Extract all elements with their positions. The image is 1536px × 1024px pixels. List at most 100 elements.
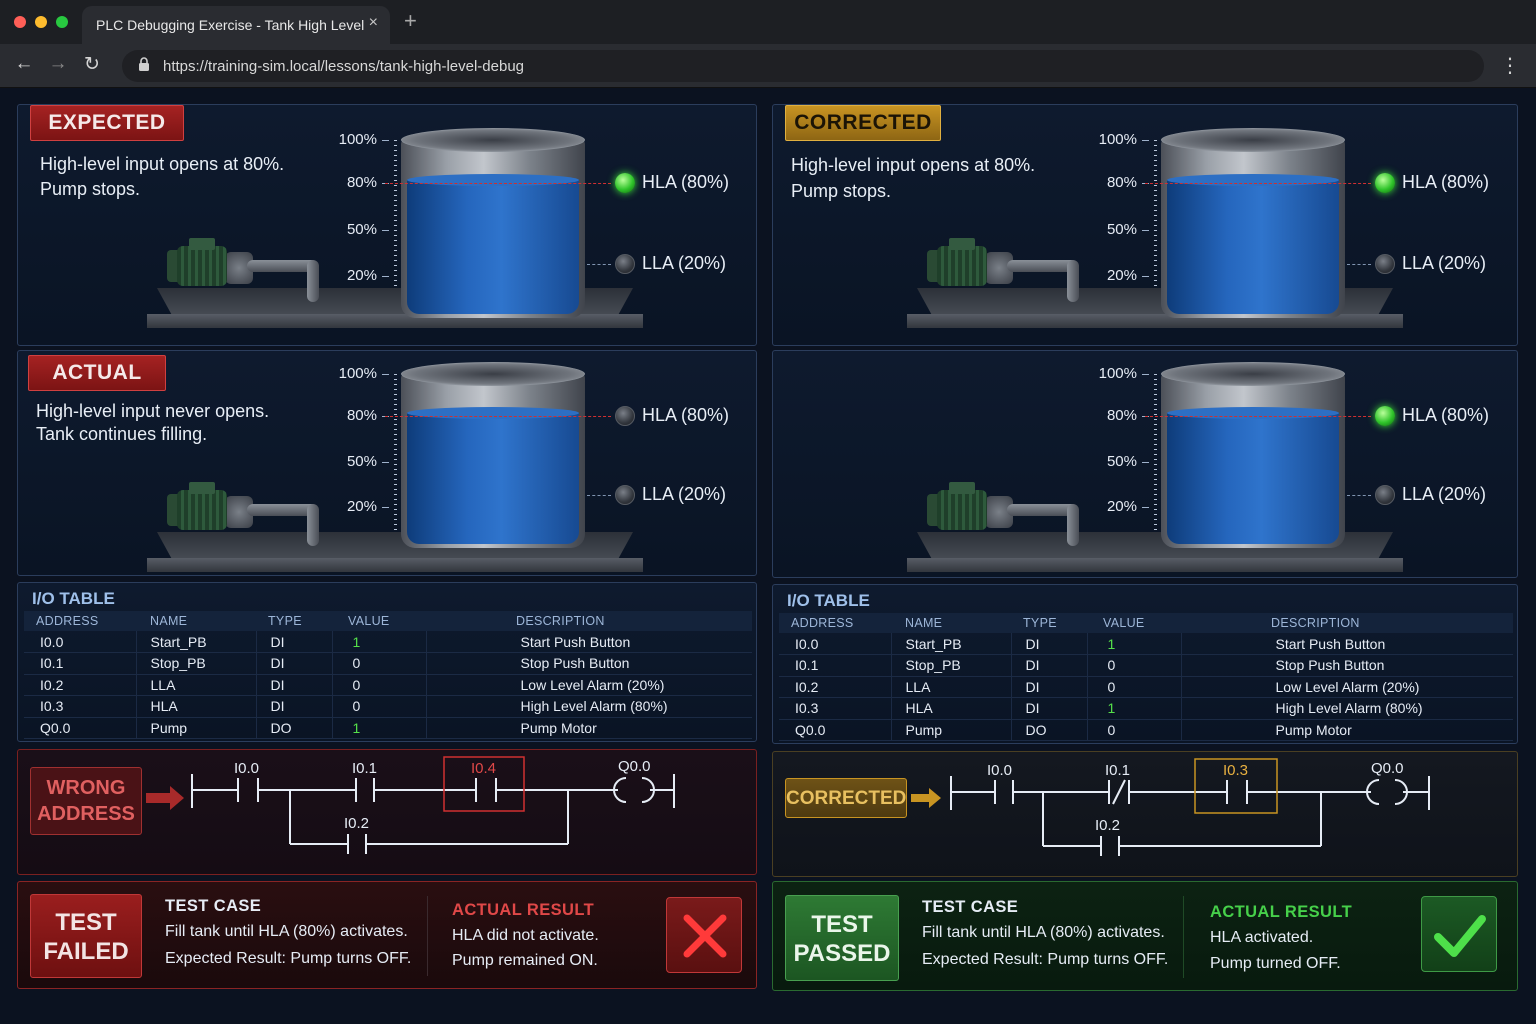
browser-menu-icon[interactable]: ⋮ (1500, 53, 1520, 78)
hla-threshold-line (1145, 415, 1371, 417)
cell-description: Pump Motor (1181, 719, 1513, 741)
pump-pipe-vertical (1067, 260, 1079, 302)
tank-liquid (407, 174, 579, 314)
actual-result-title: ACTUAL RESULT (452, 901, 595, 919)
scale-label-80: 80% (1106, 406, 1137, 424)
col-type: TYPE (256, 611, 332, 631)
table-row: I0.0 Start_PB DI 1 Start Push Button (779, 633, 1513, 655)
cell-value: 1 (1087, 697, 1182, 720)
table-row: I0.2 LLA DI 0 Low Level Alarm (20%) (779, 676, 1513, 698)
tank-top (401, 362, 585, 386)
col-address: ADDRESS (779, 613, 891, 633)
lla-label: LLA (20%) (642, 483, 727, 504)
col-description: DESCRIPTION (426, 611, 752, 631)
ladder-left-panel: WRONG ADDRESS I0.0 I0.1 I0.4 Q0.0 I0.2 (17, 749, 757, 875)
cell-description: Low Level Alarm (20%) (426, 674, 752, 696)
cell-description: Stop Push Button (426, 652, 752, 675)
cell-type: DI (1011, 654, 1088, 677)
cell-address: I0.1 (779, 654, 892, 677)
level-scale: 100%80%50%20%0% (1097, 365, 1157, 552)
cell-address: I0.2 (24, 674, 137, 696)
io-table-title: I/O TABLE (32, 589, 115, 608)
ladder-left-branch: I0.2 (344, 815, 369, 832)
hla-threshold-line (385, 182, 611, 184)
level-scale: 100%80%50%20%0% (337, 365, 397, 552)
ladder-right-c3: I0.3 (1223, 762, 1248, 779)
reload-icon[interactable]: ↻ (80, 53, 104, 76)
cell-address: I0.1 (24, 652, 137, 675)
table-row: I0.0 Start_PB DI 1 Start Push Button (24, 631, 752, 653)
actual-result-line2: Pump turned OFF. (1210, 955, 1341, 972)
cell-description: High Level Alarm (80%) (426, 695, 752, 718)
cell-type: DI (1011, 633, 1088, 655)
new-tab-icon[interactable]: + (404, 8, 417, 34)
hla-threshold-line (1145, 182, 1371, 184)
motor-body (177, 246, 227, 286)
pass-icon-box (1421, 896, 1497, 972)
cell-value: 0 (332, 652, 427, 675)
col-name: NAME (136, 611, 256, 631)
forward-icon[interactable]: → (46, 53, 70, 75)
scale-major-tick (1142, 229, 1149, 231)
tank-icon (401, 362, 585, 558)
scale-minor-ticks (1154, 374, 1157, 544)
io-table-left-panel: I/O TABLE ADDRESS NAME TYPE VALUE DESCRI… (17, 582, 757, 742)
tank-base-platform (147, 558, 643, 572)
lla-threshold-line (1347, 263, 1371, 265)
scale-major-tick (382, 374, 389, 375)
browser-tab[interactable]: PLC Debugging Exercise - Tank High Level… (82, 6, 390, 44)
ladder-left-coil: Q0.0 (618, 758, 651, 775)
minimize-window-button[interactable] (35, 16, 47, 28)
io-header-row: ADDRESS NAME TYPE VALUE DESCRIPTION (779, 613, 1513, 633)
actual-result-title: ACTUAL RESULT (1210, 903, 1353, 921)
col-address: ADDRESS (24, 611, 136, 631)
ladder-right-branch: I0.2 (1095, 817, 1120, 834)
motor-terminal-box (189, 238, 215, 250)
scale-major-tick (382, 140, 389, 141)
cell-type: DI (1011, 676, 1088, 698)
lla-label: LLA (20%) (642, 252, 727, 273)
table-row: I0.1 Stop_PB DI 0 Stop Push Button (779, 654, 1513, 677)
scale-major-tick (1142, 275, 1149, 277)
col-value: VALUE (332, 611, 426, 631)
pump-motor-icon (167, 238, 233, 288)
address-bar[interactable]: https://training-sim.local/lessons/tank-… (122, 50, 1484, 82)
cell-name: Start_PB (136, 631, 257, 653)
divider (427, 896, 428, 976)
test-case-line2: Expected Result: Pump turns OFF. (165, 950, 412, 967)
scale-label-80: 80% (346, 173, 377, 191)
pump-pipe-vertical (307, 504, 319, 546)
url-text: https://training-sim.local/lessons/tank-… (163, 58, 525, 75)
cell-description: Start Push Button (426, 631, 752, 653)
lla-indicator-icon (1375, 484, 1395, 505)
ladder-left-c3: I0.4 (471, 760, 496, 777)
lock-icon (139, 57, 149, 71)
scale-minor-ticks (1154, 140, 1157, 314)
motor-body (937, 246, 987, 286)
scale-label-50: 50% (1106, 220, 1137, 238)
close-window-button[interactable] (14, 16, 26, 28)
scale-label-50: 50% (1106, 452, 1137, 470)
test-case-line2: Expected Result: Pump turns OFF. (922, 951, 1169, 968)
test-failed-line2: FAILED (43, 938, 129, 965)
motor-body (177, 490, 227, 530)
expected-text-2: Pump stops. (40, 179, 141, 199)
maximize-window-button[interactable] (56, 16, 68, 28)
check-icon (1434, 915, 1486, 957)
col-description: DESCRIPTION (1181, 613, 1513, 633)
tank-top (401, 128, 585, 152)
lla-threshold-line (1347, 494, 1371, 496)
cell-name: LLA (891, 676, 1012, 698)
cell-type: DO (1011, 719, 1088, 741)
cross-icon (683, 914, 727, 958)
cell-name: HLA (136, 695, 257, 718)
lla-label: LLA (20%) (1402, 252, 1487, 273)
test-failed-badge: TEST FAILED (30, 894, 142, 978)
back-icon[interactable]: ← (12, 53, 36, 75)
io-table-right-panel: I/O TABLE ADDRESS NAME TYPE VALUE DESCRI… (772, 584, 1518, 744)
actual-result-line2: Pump remained ON. (452, 952, 598, 969)
lla-threshold-line (587, 494, 611, 496)
scale-label-20: 20% (346, 266, 377, 284)
table-row: I0.3 HLA DI 1 High Level Alarm (80%) (779, 697, 1513, 720)
close-tab-icon[interactable]: × (369, 14, 378, 32)
